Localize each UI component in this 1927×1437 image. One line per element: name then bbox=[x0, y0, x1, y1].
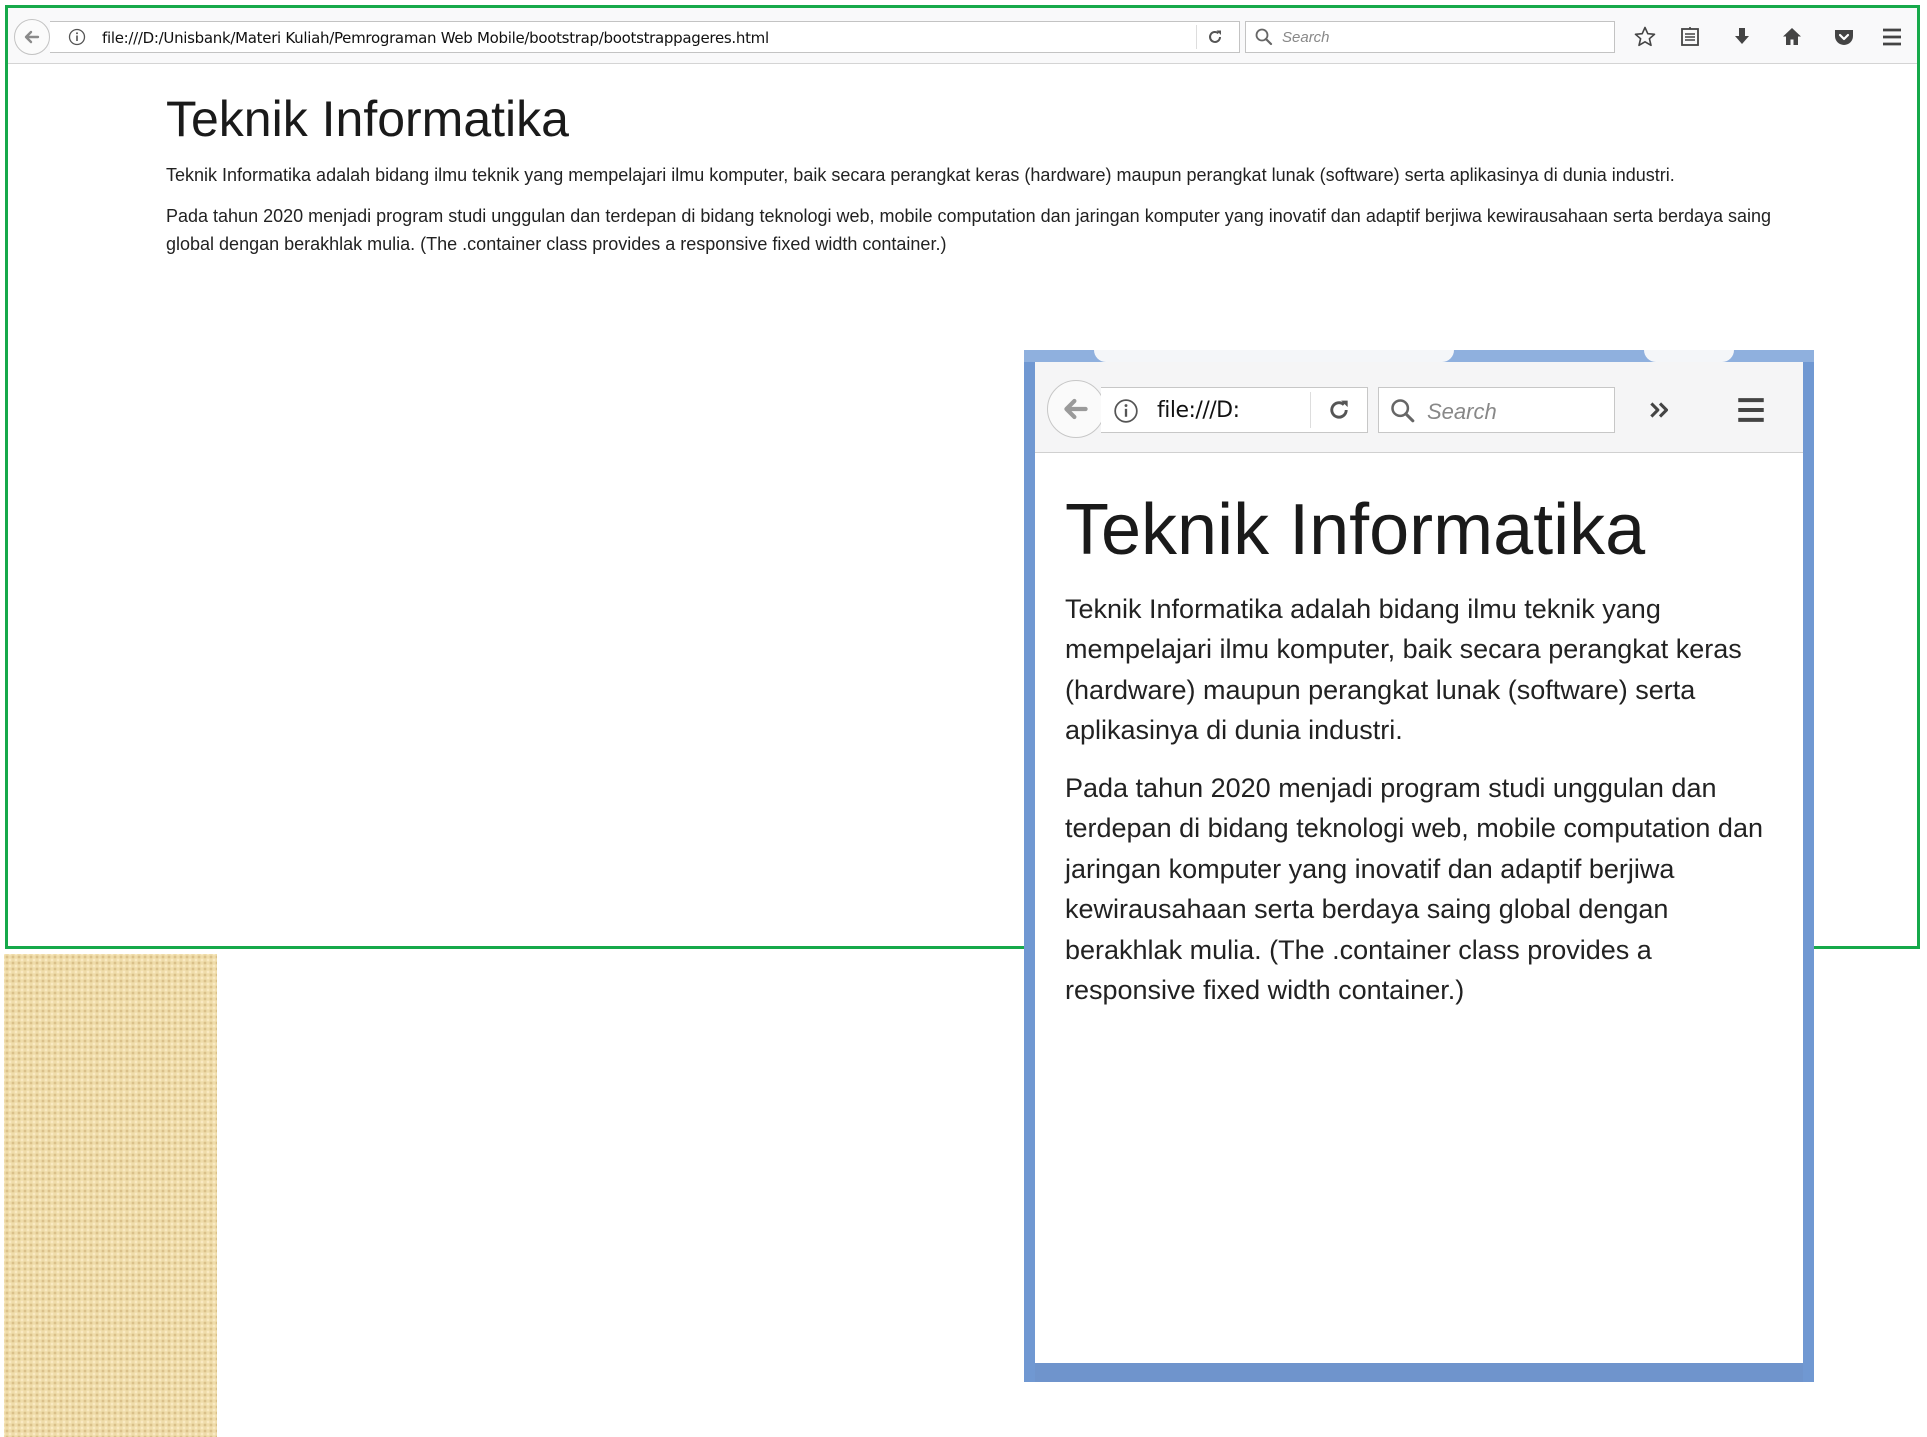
menu-button[interactable] bbox=[1731, 390, 1771, 430]
pocket-icon bbox=[1835, 30, 1853, 45]
reading-list-icon bbox=[1681, 27, 1699, 46]
pocket-button[interactable] bbox=[1830, 23, 1858, 51]
reading-list-button[interactable] bbox=[1676, 23, 1704, 51]
url-text[interactable]: file:///D:/Unisbank/Materi Kuliah/Pemrog… bbox=[102, 29, 769, 47]
reload-button[interactable] bbox=[1310, 392, 1367, 428]
container: Teknik Informatika Teknik Informatika ad… bbox=[166, 92, 1776, 271]
search-placeholder[interactable]: Search bbox=[1427, 399, 1497, 425]
menu-icon bbox=[1883, 28, 1901, 46]
small-toolbar: file:///D: Search bbox=[1035, 362, 1803, 453]
window-bottom-edge bbox=[1035, 1363, 1803, 1382]
overflow-button[interactable] bbox=[1642, 392, 1678, 428]
download-button[interactable] bbox=[1728, 23, 1756, 51]
search-icon bbox=[1391, 399, 1415, 423]
page-content: Teknik Informatika Teknik Informatika ad… bbox=[1035, 453, 1803, 1363]
tab[interactable] bbox=[1094, 350, 1454, 362]
menu-button[interactable] bbox=[1878, 23, 1906, 51]
overflow-chevron-icon bbox=[1650, 402, 1669, 418]
paragraph-2: Pada tahun 2020 menjadi program studi un… bbox=[166, 206, 1772, 254]
url-bar[interactable]: file:///D:/Unisbank/Materi Kuliah/Pemrog… bbox=[50, 21, 1240, 53]
bookmark-star-button[interactable] bbox=[1631, 23, 1659, 51]
search-bar[interactable]: Search bbox=[1245, 21, 1615, 53]
reload-icon bbox=[1209, 30, 1221, 43]
paragraph-1: Teknik Informatika adalah bidang ilmu te… bbox=[1065, 593, 1742, 746]
search-icon bbox=[1255, 28, 1273, 46]
small-browser-window: file:///D: Search Teknik Informatika Tek… bbox=[1024, 350, 1814, 1382]
reload-icon bbox=[1330, 400, 1348, 419]
site-info-button[interactable] bbox=[1113, 398, 1139, 424]
info-icon bbox=[68, 28, 86, 46]
info-icon bbox=[1114, 399, 1138, 423]
menu-icon bbox=[1738, 398, 1764, 422]
download-icon bbox=[1735, 28, 1749, 44]
page-heading: Teknik Informatika bbox=[166, 91, 569, 147]
search-bar[interactable]: Search bbox=[1378, 387, 1615, 433]
search-icon-wrap bbox=[1389, 397, 1417, 425]
site-info-button[interactable] bbox=[68, 28, 86, 46]
back-arrow-icon bbox=[1064, 398, 1088, 420]
reload-button[interactable] bbox=[1196, 25, 1233, 49]
back-arrow-icon bbox=[24, 30, 40, 44]
search-placeholder[interactable]: Search bbox=[1282, 29, 1330, 46]
container: Teknik Informatika Teknik Informatika ad… bbox=[1065, 490, 1785, 1028]
back-button[interactable] bbox=[14, 19, 50, 55]
tab-strip bbox=[1024, 350, 1814, 362]
paragraph-1: Teknik Informatika adalah bidang ilmu te… bbox=[166, 165, 1675, 185]
home-button[interactable] bbox=[1778, 23, 1806, 51]
search-icon-wrap bbox=[1254, 27, 1274, 47]
small-window-body: file:///D: Search Teknik Informatika Tek… bbox=[1035, 362, 1803, 1363]
back-button[interactable] bbox=[1047, 380, 1105, 438]
star-icon bbox=[1634, 26, 1656, 47]
home-icon bbox=[1783, 28, 1801, 45]
page-heading: Teknik Informatika bbox=[1065, 490, 1646, 570]
background-pattern bbox=[4, 954, 217, 1437]
browser-toolbar: file:///D:/Unisbank/Materi Kuliah/Pemrog… bbox=[8, 8, 1917, 64]
tab-new[interactable] bbox=[1644, 350, 1734, 362]
paragraph-2: Pada tahun 2020 menjadi program studi un… bbox=[1065, 772, 1763, 1006]
url-bar[interactable]: file:///D: bbox=[1101, 387, 1368, 433]
url-text[interactable]: file:///D: bbox=[1157, 398, 1240, 423]
